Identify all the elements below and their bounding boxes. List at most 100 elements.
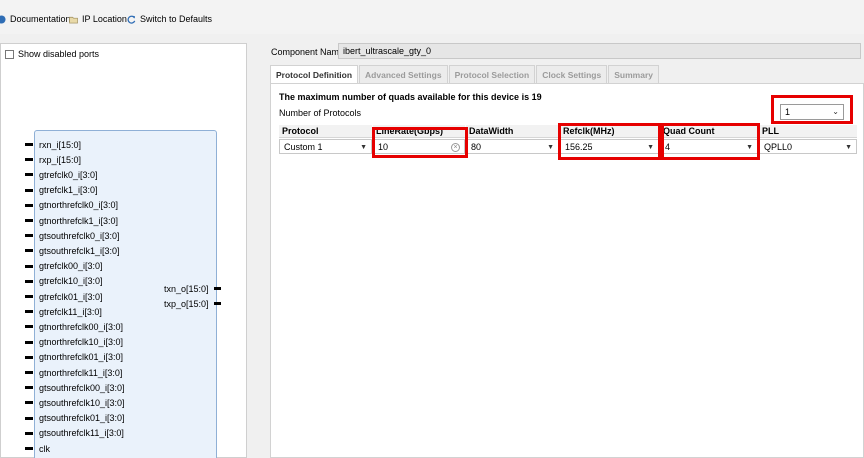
protocol-definition-content: The maximum number of quads available fo… xyxy=(270,83,864,458)
port-pin xyxy=(25,264,33,268)
input-port[interactable]: clk xyxy=(25,442,50,455)
port-label: gtrefclk10_i[3:0] xyxy=(39,276,103,287)
port-label: gtsouthrefclk00_i[3:0] xyxy=(39,382,125,393)
input-port[interactable]: gtsouthrefclk00_i[3:0] xyxy=(25,381,125,394)
datawidth-select[interactable]: 80 ▼ xyxy=(466,139,559,154)
port-label: gtrefclk00_i[3:0] xyxy=(39,261,103,272)
port-pin xyxy=(213,302,221,305)
input-port[interactable]: gtnorthrefclk10_i[3:0] xyxy=(25,336,123,349)
input-port[interactable]: gtrefclk11_i[3:0] xyxy=(25,305,102,318)
port-label: gtsouthrefclk1_i[3:0] xyxy=(39,245,120,256)
highlight-box xyxy=(771,95,853,124)
switch-defaults-button[interactable]: Switch to Defaults xyxy=(127,12,212,26)
cell-value: 80 xyxy=(471,142,482,152)
output-port[interactable]: txn_o[15:0] xyxy=(164,282,221,295)
port-pin xyxy=(25,386,33,390)
show-disabled-ports-label: Show disabled ports xyxy=(18,49,100,59)
input-port[interactable]: gtsouthrefclk01_i[3:0] xyxy=(25,412,125,425)
folder-icon xyxy=(69,16,78,23)
port-pin xyxy=(25,249,33,253)
ip-symbol-panel: Show disabled ports rxn_i[15:0] rxp_i[15:… xyxy=(0,43,247,458)
documentation-button[interactable]: Documentation xyxy=(0,12,71,26)
port-label: gtnorthrefclk0_i[3:0] xyxy=(39,200,119,211)
max-quads-text: The maximum number of quads available fo… xyxy=(279,92,542,102)
port-label: gtsouthrefclk10_i[3:0] xyxy=(39,397,125,408)
port-pin xyxy=(25,447,33,450)
tab-bar: Protocol Definition Advanced Settings Pr… xyxy=(270,65,864,83)
port-label: gtsouthrefclk11_i[3:0] xyxy=(39,428,124,439)
port-pin xyxy=(25,158,33,162)
pll-select[interactable]: QPLL0 ▼ xyxy=(759,139,857,154)
input-port[interactable]: gtsouthrefclk10_i[3:0] xyxy=(25,396,125,409)
port-pin xyxy=(25,188,33,192)
cell-value: Custom 1 xyxy=(284,142,323,152)
port-label: gtrefclk01_i[3:0] xyxy=(39,291,103,302)
caret-down-icon: ▼ xyxy=(845,144,852,151)
highlight-box xyxy=(372,127,468,158)
port-label: gtnorthrefclk01_i[3:0] xyxy=(39,352,124,363)
port-pin xyxy=(25,234,33,238)
input-port[interactable]: gtrefclk10_i[3:0] xyxy=(25,275,103,288)
input-port[interactable]: gtsouthrefclk1_i[3:0] xyxy=(25,244,120,257)
caret-down-icon: ▼ xyxy=(547,144,554,151)
port-label: gtsouthrefclk01_i[3:0] xyxy=(39,413,125,424)
input-port[interactable]: gtsouthrefclk11_i[3:0] xyxy=(25,427,124,440)
documentation-dot-icon xyxy=(0,14,6,24)
ip-location-label: IP Location xyxy=(82,14,127,24)
input-port[interactable]: gtnorthrefclk0_i[3:0] xyxy=(25,199,118,212)
port-label: txn_o[15:0] xyxy=(164,283,209,294)
input-port[interactable]: gtnorthrefclk1_i[3:0] xyxy=(25,214,118,227)
tab-protocol-definition[interactable]: Protocol Definition xyxy=(270,65,359,83)
port-label: gtnorthrefclk11_i[3:0] xyxy=(39,367,123,378)
port-pin xyxy=(25,355,33,359)
input-port[interactable]: gtnorthrefclk00_i[3:0] xyxy=(25,320,123,333)
port-pin xyxy=(25,203,33,207)
input-port[interactable]: rxp_i[15:0] xyxy=(25,153,81,166)
refresh-icon xyxy=(127,15,136,24)
port-label: rxp_i[15:0] xyxy=(39,154,82,165)
port-label: gtnorthrefclk00_i[3:0] xyxy=(39,321,124,332)
number-of-protocols-label: Number of Protocols xyxy=(279,108,362,118)
input-port[interactable]: gtsouthrefclk0_i[3:0] xyxy=(25,229,120,242)
component-name-field[interactable]: ibert_ultrascale_gty_0 xyxy=(338,43,861,59)
input-port[interactable]: gtnorthrefclk11_i[3:0] xyxy=(25,366,122,379)
port-label: gtsouthrefclk0_i[3:0] xyxy=(39,230,120,241)
checkbox-box[interactable] xyxy=(5,49,14,59)
tab-protocol-selection[interactable]: Protocol Selection xyxy=(448,65,536,83)
input-port[interactable]: rxn_i[15:0] xyxy=(25,138,81,151)
input-port[interactable]: gtrefclk01_i[3:0] xyxy=(25,290,103,303)
input-port[interactable]: gtrefclk1_i[3:0] xyxy=(25,184,98,197)
input-port[interactable]: gtnorthrefclk01_i[3:0] xyxy=(25,351,123,364)
tab-clock-settings[interactable]: Clock Settings xyxy=(536,65,608,83)
tab-summary[interactable]: Summary xyxy=(608,65,659,83)
highlight-box xyxy=(661,123,760,160)
port-pin xyxy=(213,287,221,290)
input-port[interactable]: gtrefclk0_i[3:0] xyxy=(25,168,98,181)
port-label: gtrefclk1_i[3:0] xyxy=(39,185,98,196)
toolbar: Documentation IP Location Switch to Defa… xyxy=(0,0,864,34)
port-pin xyxy=(25,431,33,435)
ip-location-button[interactable]: IP Location xyxy=(69,12,127,26)
port-pin xyxy=(25,325,33,329)
port-label: gtnorthrefclk10_i[3:0] xyxy=(39,337,124,348)
port-label: txp_o[15:0] xyxy=(164,298,209,309)
port-pin xyxy=(25,401,33,405)
show-disabled-ports-checkbox[interactable]: Show disabled ports xyxy=(5,49,99,59)
tab-advanced-settings[interactable]: Advanced Settings xyxy=(359,65,448,83)
input-port[interactable]: gtrefclk00_i[3:0] xyxy=(25,260,103,273)
port-label: gtnorthrefclk1_i[3:0] xyxy=(39,215,119,226)
cell-value: QPLL0 xyxy=(764,142,793,152)
port-label: gtrefclk0_i[3:0] xyxy=(39,169,98,180)
highlight-box xyxy=(558,123,661,160)
port-label: clk xyxy=(39,443,50,454)
column-header: PLL xyxy=(759,125,857,138)
port-pin xyxy=(25,173,33,177)
output-port[interactable]: txp_o[15:0] xyxy=(164,297,221,310)
caret-down-icon: ▼ xyxy=(360,144,367,151)
protocol-select[interactable]: Custom 1 ▼ xyxy=(279,139,372,154)
column-header: Protocol xyxy=(279,125,372,138)
port-pin xyxy=(25,340,33,344)
port-pin xyxy=(25,219,33,222)
port-label: rxn_i[15:0] xyxy=(39,139,82,150)
column-header: DataWidth xyxy=(466,125,559,138)
